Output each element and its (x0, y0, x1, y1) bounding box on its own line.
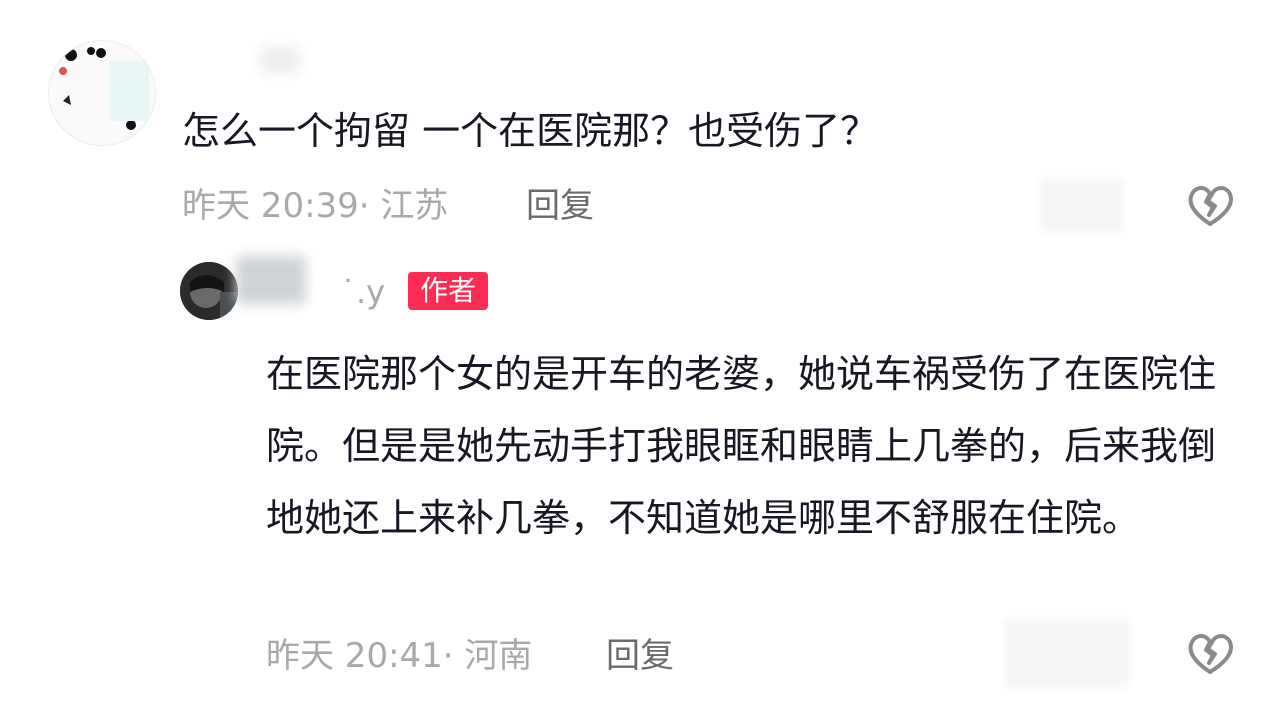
author-username[interactable]: ˙.y (340, 272, 385, 312)
comment-text: 怎么一个拘留 一个在医院那？也受伤了？ (182, 109, 879, 153)
broken-heart-icon[interactable] (1186, 630, 1234, 678)
reply-text: 在医院那个女的是开车的老婆，她说车祸受伤了在医院住院。但是是她先动手打我眼眶和眼… (266, 352, 1217, 540)
comment-like-area[interactable] (1040, 178, 1124, 232)
reply-reply-button[interactable]: 回复 (606, 636, 674, 676)
commenter-avatar[interactable] (48, 40, 156, 146)
reply-like-area[interactable] (1004, 618, 1130, 688)
author-badge: 作者 (408, 272, 489, 310)
comment-time-location: 昨天 20:39· 江苏 (182, 186, 449, 226)
author-username-blur (236, 256, 306, 304)
comment-reply-button[interactable]: 回复 (526, 186, 594, 226)
author-avatar[interactable] (180, 262, 238, 320)
reply-time-location: 昨天 20:41· 河南 (266, 636, 533, 676)
commenter-username[interactable] (260, 46, 300, 74)
broken-heart-icon[interactable] (1186, 182, 1234, 230)
